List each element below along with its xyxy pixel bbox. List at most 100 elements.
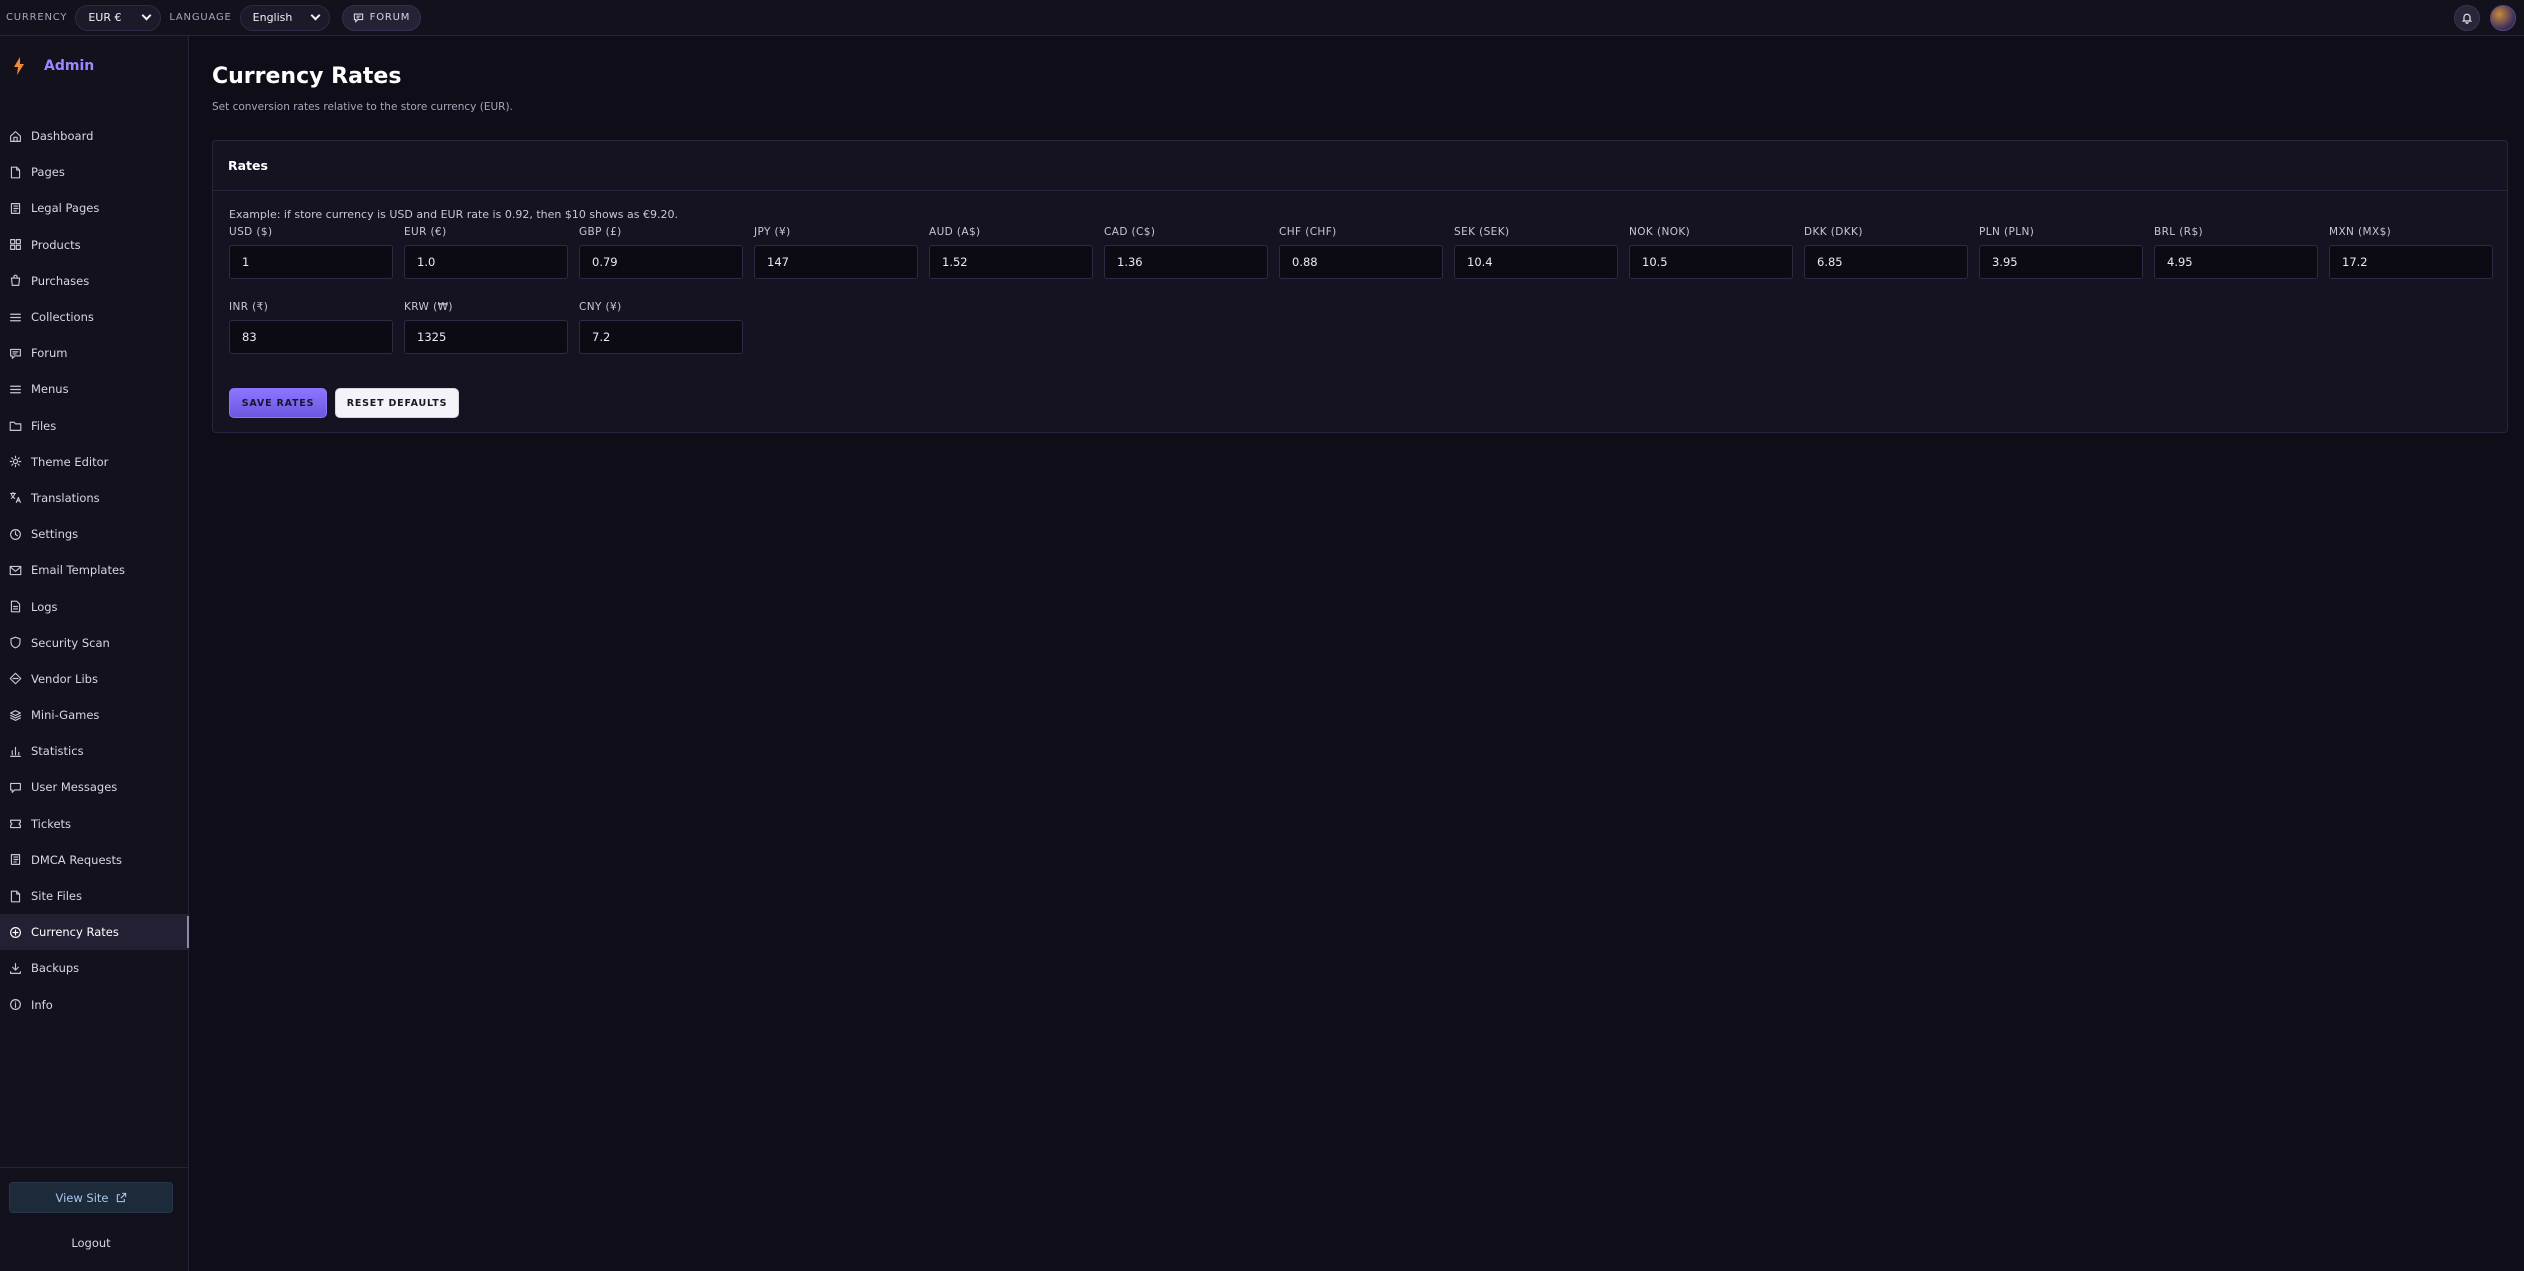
- sidebar-item-label: Settings: [31, 527, 79, 542]
- button-row: SAVE RATES RESET DEFAULTS: [229, 388, 459, 418]
- sidebar-item-label: Site Files: [31, 889, 82, 904]
- sidebar-item-logs[interactable]: Logs: [0, 588, 189, 624]
- sidebar-item-pages[interactable]: Pages: [0, 154, 189, 190]
- forum-button[interactable]: FORUM: [341, 4, 422, 31]
- sidebar-item-menus[interactable]: Menus: [0, 371, 189, 407]
- sidebar-item-info[interactable]: Info: [0, 987, 189, 1023]
- bar-chart-icon: [10, 746, 21, 757]
- sidebar-item-translations[interactable]: Translations: [0, 480, 189, 516]
- rate-input[interactable]: [1979, 245, 2143, 279]
- language-label: LANGUAGE: [169, 12, 232, 23]
- rate-input[interactable]: [229, 245, 393, 279]
- sidebar-item-label: Logs: [31, 599, 58, 614]
- rate-field: DKK (DKK): [1804, 226, 1968, 279]
- save-rates-button[interactable]: SAVE RATES: [229, 388, 327, 418]
- diamond-icon: [9, 673, 22, 685]
- language-select[interactable]: English: [239, 4, 330, 31]
- sidebar-item-label: Email Templates: [31, 563, 126, 578]
- sidebar-item-products[interactable]: Products: [0, 227, 189, 263]
- message-icon: [10, 782, 21, 793]
- page-title: Currency Rates: [212, 64, 402, 89]
- currency-select[interactable]: EUR €: [75, 4, 162, 31]
- sidebar-item-files[interactable]: Files: [0, 408, 189, 444]
- sidebar-item-vendor-libs[interactable]: Vendor Libs: [0, 661, 189, 697]
- rate-field: BRL (R$): [2154, 226, 2318, 279]
- sidebar-item-settings[interactable]: Settings: [0, 516, 189, 552]
- file-icon: [10, 166, 21, 179]
- external-link-icon: [116, 1192, 126, 1203]
- rate-input[interactable]: [579, 320, 743, 354]
- rate-label: NOK (NOK): [1629, 226, 1691, 238]
- logout-link[interactable]: Logout: [0, 1236, 182, 1250]
- sidebar: Admin Dashboard Pages Legal Pages Products P…: [0, 36, 189, 1271]
- rate-input[interactable]: [404, 320, 568, 354]
- mail-icon: [9, 565, 22, 575]
- sidebar-item-user-messages[interactable]: User Messages: [0, 769, 189, 805]
- sidebar-item-label: Tickets: [31, 816, 72, 831]
- rate-input[interactable]: [754, 245, 918, 279]
- rate-input[interactable]: [1279, 245, 1443, 279]
- rate-label: CNY (¥): [579, 301, 622, 313]
- sidebar-item-label: Collections: [31, 310, 94, 325]
- sidebar-item-mini-games[interactable]: Mini-Games: [0, 697, 189, 733]
- rate-input[interactable]: [404, 245, 568, 279]
- sidebar-item-currency-rates[interactable]: Currency Rates: [0, 914, 189, 951]
- sidebar-item-label: Files: [31, 418, 57, 433]
- rate-input[interactable]: [929, 245, 1093, 279]
- brand-label: Admin: [44, 58, 95, 74]
- brand[interactable]: Admin: [0, 36, 188, 96]
- rate-field: CHF (CHF): [1279, 226, 1443, 279]
- rate-label: SEK (SEK): [1454, 226, 1510, 238]
- rate-input[interactable]: [579, 245, 743, 279]
- rate-input[interactable]: [1629, 245, 1793, 279]
- reset-defaults-button[interactable]: RESET DEFAULTS: [335, 388, 459, 418]
- rate-input[interactable]: [2329, 245, 2493, 279]
- rate-input[interactable]: [229, 320, 393, 354]
- view-site-button[interactable]: View Site: [9, 1182, 173, 1213]
- clock-icon: [10, 528, 21, 540]
- notifications-button[interactable]: [2454, 5, 2480, 31]
- sidebar-item-theme-editor[interactable]: Theme Editor: [0, 444, 189, 480]
- rate-label: INR (₹): [229, 301, 269, 313]
- sidebar-item-purchases[interactable]: Purchases: [0, 263, 189, 299]
- view-site-label: View Site: [55, 1190, 109, 1205]
- sidebar-item-site-files[interactable]: Site Files: [0, 878, 189, 914]
- gear-icon: [9, 455, 22, 468]
- rates-card: Rates Example: if store currency is USD …: [212, 140, 2508, 433]
- shield-icon: [10, 636, 21, 649]
- sidebar-item-label: Products: [31, 237, 81, 252]
- rate-field: CAD (C$): [1104, 226, 1268, 279]
- sidebar-item-collections[interactable]: Collections: [0, 299, 189, 335]
- sidebar-item-dashboard[interactable]: Dashboard: [0, 118, 189, 154]
- file-icon: [10, 890, 21, 902]
- bolt-icon: [14, 57, 24, 75]
- rate-input[interactable]: [1104, 245, 1268, 279]
- sidebar-nav: Dashboard Pages Legal Pages Products Purchas…: [0, 118, 189, 1023]
- translate-icon: [10, 492, 21, 504]
- info-icon: [10, 999, 21, 1011]
- rate-field: JPY (¥): [754, 226, 918, 279]
- rate-input[interactable]: [1804, 245, 1968, 279]
- sidebar-item-label: Security Scan: [31, 635, 110, 650]
- sidebar-item-tickets[interactable]: Tickets: [0, 806, 189, 842]
- sidebar-item-forum[interactable]: Forum: [0, 335, 189, 371]
- sidebar-item-label: Translations: [31, 490, 100, 505]
- card-title: Rates: [213, 141, 2507, 191]
- rate-input[interactable]: [2154, 245, 2318, 279]
- rate-label: GBP (£): [579, 226, 622, 238]
- sidebar-item-statistics[interactable]: Statistics: [0, 733, 189, 769]
- sidebar-item-backups[interactable]: Backups: [0, 950, 189, 986]
- document-icon: [10, 600, 21, 613]
- rate-input[interactable]: [1454, 245, 1618, 279]
- book-icon: [10, 854, 21, 866]
- avatar[interactable]: [2490, 5, 2516, 31]
- sidebar-item-security-scan[interactable]: Security Scan: [0, 625, 189, 661]
- bag-icon: [10, 275, 21, 287]
- sidebar-item-legal-pages[interactable]: Legal Pages: [0, 190, 189, 226]
- sidebar-item-label: Info: [31, 997, 53, 1012]
- bell-icon: [2461, 13, 2473, 24]
- sidebar-item-dmca-requests[interactable]: DMCA Requests: [0, 842, 189, 878]
- rate-field: MXN (MX$): [2329, 226, 2493, 279]
- sidebar-item-label: Mini-Games: [31, 708, 100, 723]
- sidebar-item-email-templates[interactable]: Email Templates: [0, 552, 189, 588]
